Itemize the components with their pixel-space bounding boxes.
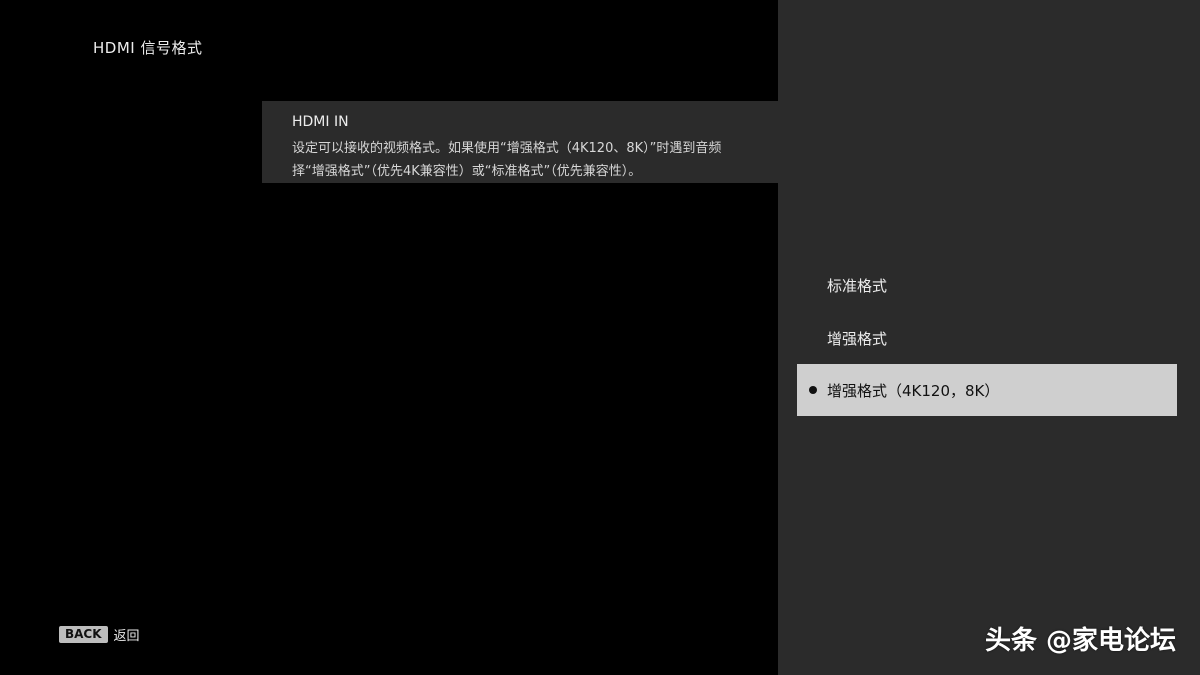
radio-indicator [803,281,823,289]
option-label: 增强格式 [827,329,888,348]
watermark: 头条 @家电论坛 [984,626,1176,656]
option-enhanced-format-4k120-8k[interactable]: 增强格式（4K120，8K） [797,364,1177,416]
option-label: 增强格式（4K120，8K） [827,381,1000,400]
selected-dot-icon [803,386,823,394]
description-panel: HDMI IN 设定可以接收的视频格式。如果使用“增强格式（4K120、8K）”… [262,101,778,183]
description-text: 设定可以接收的视频格式。如果使用“增强格式（4K120、8K）”时遇到音频 择“… [292,137,721,183]
page-title: HDMI 信号格式 [93,39,203,57]
back-button-hint[interactable]: BACK 返回 [59,625,140,644]
description-line-1: 设定可以接收的视频格式。如果使用“增强格式（4K120、8K）”时遇到音频 [292,141,722,156]
description-title: HDMI IN [292,114,349,130]
tv-settings-screen: HDMI 信号格式 HDMI IN 设定可以接收的视频格式。如果使用“增强格式（… [0,0,1200,675]
description-line-2: 择“增强格式”（优先4K兼容性）或“标准格式”（优先兼容性）。 [292,164,642,179]
options-panel: 标准格式 增强格式 增强格式（4K120，8K） [778,0,1200,675]
option-standard-format[interactable]: 标准格式 [797,259,1177,311]
option-enhanced-format[interactable]: 增强格式 [797,312,1177,364]
option-label: 标准格式 [827,276,888,295]
back-label: 返回 [113,629,140,644]
back-key-badge: BACK [59,626,108,643]
radio-indicator [803,334,823,342]
